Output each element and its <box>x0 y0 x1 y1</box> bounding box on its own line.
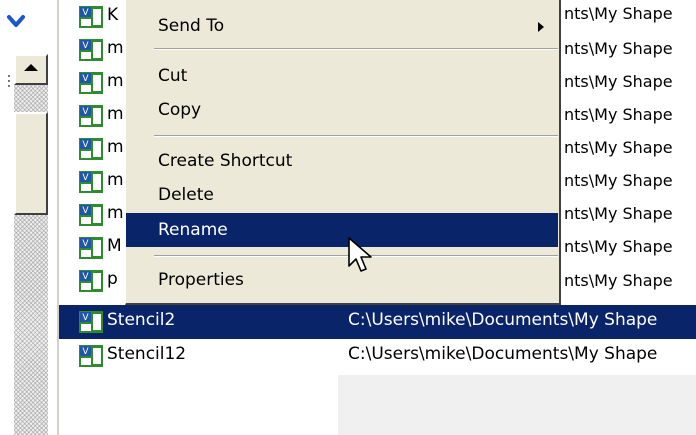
visio-stencil-icon: V <box>79 345 103 367</box>
svg-text:V: V <box>82 140 89 150</box>
visio-stencil-icon: V <box>79 204 103 226</box>
visio-stencil-icon: V <box>79 72 103 94</box>
menu-item-properties[interactable]: Properties <box>126 263 558 297</box>
menu-item-label: Send To <box>158 16 225 36</box>
visio-stencil-icon: V <box>79 138 103 160</box>
file-name: m <box>107 38 124 58</box>
svg-text:V: V <box>82 239 89 249</box>
file-name: m <box>107 71 124 91</box>
svg-text:V: V <box>82 74 89 84</box>
file-name: Stencil12 <box>107 344 187 364</box>
visio-stencil-icon: V <box>79 237 103 259</box>
mouse-cursor-icon <box>348 237 372 272</box>
path-fragment: nts\My Shape <box>564 105 673 124</box>
empty-list-area <box>338 375 696 435</box>
path-fragment: nts\My Shape <box>564 72 673 91</box>
svg-text:V: V <box>82 107 89 117</box>
file-name: m <box>107 203 124 223</box>
path-fragment: nts\My Shape <box>564 138 673 157</box>
visio-stencil-icon: V <box>79 105 103 127</box>
svg-text:V: V <box>82 41 89 51</box>
menu-item-label: Rename <box>158 220 228 240</box>
svg-text:V: V <box>82 313 89 323</box>
submenu-arrow-icon <box>538 22 544 32</box>
visio-stencil-icon: V <box>79 270 103 292</box>
file-name: p <box>107 269 118 289</box>
path-fragment: nts\My Shape <box>564 171 673 190</box>
menu-separator <box>154 48 558 50</box>
file-name: m <box>107 137 124 157</box>
menu-item-cut[interactable]: Cut <box>126 59 558 93</box>
menu-separator <box>154 135 558 137</box>
menu-item-label: Create Shortcut <box>158 151 293 171</box>
chevron-down-icon[interactable] <box>3 8 29 34</box>
menu-item-copy[interactable]: Copy <box>126 93 558 127</box>
visio-stencil-icon: V <box>79 6 103 28</box>
visio-stencil-icon: V <box>79 311 103 333</box>
vertical-scrollbar[interactable] <box>14 54 48 435</box>
svg-text:V: V <box>82 272 89 282</box>
path-fragment: nts\My Shape <box>564 39 673 58</box>
file-name: m <box>107 104 124 124</box>
table-row-stencil12[interactable]: V Stencil12 C:\Users\mike\Documents\My S… <box>59 339 696 373</box>
visio-stencil-icon: V <box>79 39 103 61</box>
file-path: C:\Users\mike\Documents\My Shape <box>348 310 658 330</box>
menu-item-create-shortcut[interactable]: Create Shortcut <box>126 144 558 178</box>
scroll-up-arrow-icon <box>24 64 38 71</box>
left-strip <box>0 0 57 435</box>
file-name: Stencil2 <box>107 310 176 330</box>
svg-text:V: V <box>82 173 89 183</box>
menu-item-label: Properties <box>158 270 244 290</box>
svg-text:V: V <box>82 347 89 357</box>
svg-text:V: V <box>82 8 89 18</box>
menu-item-rename[interactable]: Rename <box>126 213 558 247</box>
menu-item-delete[interactable]: Delete <box>126 178 558 212</box>
path-fragment: nts\My Shape <box>564 271 673 290</box>
table-row-stencil2[interactable]: V Stencil2 C:\Users\mike\Documents\My Sh… <box>59 305 696 339</box>
menu-item-label: Copy <box>158 100 202 120</box>
path-fragment: nts\My Shape <box>564 237 673 256</box>
file-name: M <box>107 236 122 256</box>
menu-item-label: Cut <box>158 66 188 86</box>
file-name: K <box>107 5 119 25</box>
path-fragment: nts\My Shape <box>564 204 673 223</box>
file-name: m <box>107 170 124 190</box>
scroll-thumb[interactable] <box>14 112 48 215</box>
menu-item-send-to[interactable]: Send To <box>126 9 558 43</box>
scroll-up-button[interactable] <box>14 54 48 85</box>
menu-item-label: Delete <box>158 185 214 205</box>
file-path: C:\Users\mike\Documents\My Shape <box>348 344 658 364</box>
path-fragment: nts\My Shape <box>564 4 673 23</box>
context-menu: Send To Cut Copy Create Shortcut Delete … <box>125 0 561 305</box>
svg-text:V: V <box>82 206 89 216</box>
visio-stencil-icon: V <box>79 171 103 193</box>
splitter-grip[interactable] <box>8 75 12 91</box>
